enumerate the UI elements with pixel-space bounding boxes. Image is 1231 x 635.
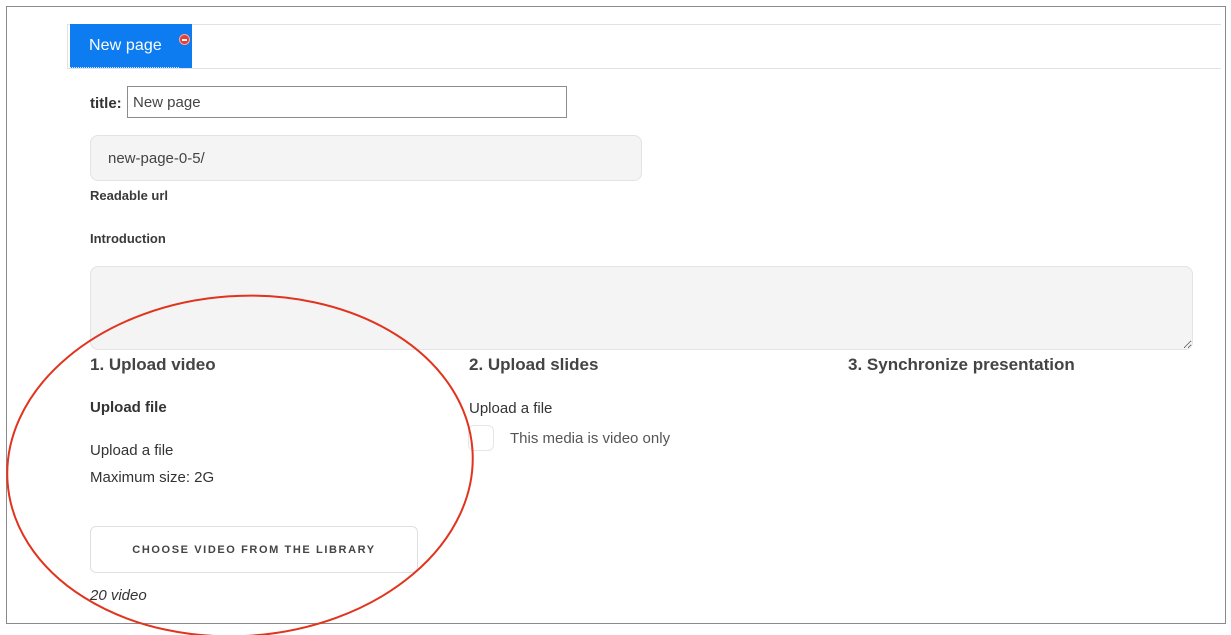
video-count: 20 video (90, 587, 147, 604)
title-label: title: (90, 95, 122, 112)
close-tab-icon[interactable] (179, 34, 190, 45)
upload-video-link[interactable]: Upload a file (90, 442, 173, 459)
readable-url-input[interactable] (90, 135, 642, 181)
video-only-checkbox[interactable] (468, 425, 494, 451)
tab-label: New page (89, 37, 162, 54)
tab-underline (70, 66, 179, 68)
step-synchronize-heading: 3. Synchronize presentation (848, 355, 1075, 374)
upload-slides-link[interactable]: Upload a file (469, 400, 552, 417)
step-upload-video-heading: 1. Upload video (90, 355, 216, 374)
upload-file-heading: Upload file (90, 399, 167, 416)
tab-bar (67, 24, 1221, 69)
introduction-label: Introduction (90, 231, 166, 246)
step-upload-slides-heading: 2. Upload slides (469, 355, 599, 374)
introduction-textarea[interactable] (90, 266, 1193, 350)
readable-url-label: Readable url (90, 188, 169, 203)
title-input[interactable] (127, 86, 567, 118)
tab-new-page[interactable]: New page (70, 24, 192, 68)
max-size-text: Maximum size: 2G (90, 469, 215, 486)
choose-video-library-button[interactable]: CHOOSE VIDEO FROM THE LIBRARY (90, 526, 418, 573)
video-only-label: This media is video only (510, 430, 671, 447)
